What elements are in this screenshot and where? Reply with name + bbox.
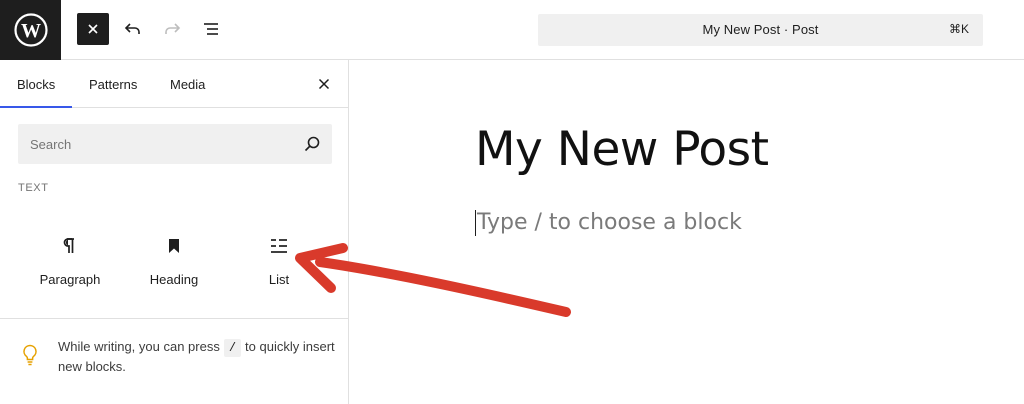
redo-button[interactable]	[156, 13, 188, 45]
close-inserter-button[interactable]	[77, 13, 109, 45]
document-overview-button[interactable]	[195, 13, 227, 45]
document-title: My New Post · Post	[702, 22, 819, 37]
tab-blocks[interactable]: Blocks	[17, 77, 55, 92]
paragraph-icon	[63, 238, 74, 253]
block-label: List	[268, 272, 290, 287]
block-label: Heading	[149, 272, 199, 287]
list-icon	[271, 239, 287, 253]
wordpress-logo-button[interactable]: W	[0, 0, 61, 60]
command-shortcut: ⌘K	[948, 22, 969, 36]
lightbulb-icon	[23, 344, 37, 366]
close-icon	[318, 78, 330, 90]
active-tab-indicator	[0, 106, 72, 108]
editor-canvas: My New Post Type / to choose a block	[349, 60, 1024, 404]
tip-text: While writing, you can press / to quickly …	[58, 337, 338, 377]
post-title[interactable]: My New Post	[475, 120, 769, 180]
default-block-appender[interactable]: Type / to choose a block	[477, 208, 742, 238]
block-editor-app: W My New Post · Post ⌘K Blocks Patterns …	[0, 0, 1024, 404]
tab-media[interactable]: Media	[170, 77, 205, 92]
shortcut-key: /	[223, 339, 242, 357]
close-panel-button[interactable]	[314, 74, 334, 94]
block-search	[18, 124, 332, 164]
undo-button[interactable]	[117, 13, 149, 45]
list-view-icon	[204, 23, 218, 35]
editor-top-toolbar: W My New Post · Post ⌘K	[0, 0, 1024, 60]
tab-patterns[interactable]: Patterns	[89, 77, 137, 92]
block-inserter-panel: Blocks Patterns Media TEXT	[0, 60, 349, 404]
search-input[interactable]	[18, 124, 288, 164]
tip-text-before: While writing, you can press	[58, 339, 220, 354]
command-palette-bar[interactable]: My New Post · Post ⌘K	[538, 14, 983, 46]
block-list[interactable]: List	[227, 222, 331, 298]
close-icon	[88, 24, 98, 34]
undo-icon	[124, 23, 140, 34]
inserter-tabs: Blocks Patterns Media	[0, 60, 348, 108]
block-label: Paragraph	[39, 272, 101, 287]
bookmark-icon	[169, 239, 179, 253]
category-heading: TEXT	[18, 182, 49, 194]
block-paragraph[interactable]: Paragraph	[18, 222, 122, 298]
search-icon	[304, 136, 320, 152]
inserter-tip: While writing, you can press / to quickly …	[0, 318, 348, 404]
redo-icon	[165, 23, 181, 34]
text-cursor	[475, 210, 476, 236]
svg-text:W: W	[21, 20, 41, 42]
wordpress-logo-icon: W	[13, 13, 48, 47]
block-heading[interactable]: Heading	[122, 222, 226, 298]
